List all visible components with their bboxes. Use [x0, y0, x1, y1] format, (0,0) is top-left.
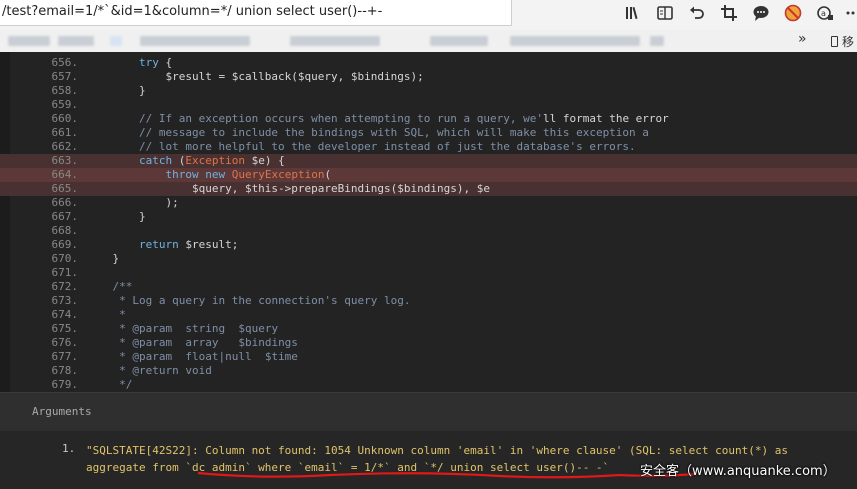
code-line: 659. — [0, 98, 857, 112]
line-number: 657. — [51, 70, 79, 83]
chat-icon[interactable] — [752, 4, 770, 22]
address-bar-url[interactable]: /test?email=1/*`&id=1&column=*/ union se… — [2, 4, 382, 19]
code-text: // lot more helpful to the developer ins… — [138, 140, 636, 153]
code-line: 662. // lot more helpful to the develope… — [0, 140, 857, 154]
code-text: // message to include the bindings with … — [138, 126, 649, 139]
code-line: 663. catch (Exception $e) { — [0, 154, 857, 168]
bookmark-item[interactable] — [140, 36, 250, 46]
line-number: 669. — [51, 238, 79, 251]
line-number: 679. — [51, 378, 79, 391]
more-icon[interactable] — [844, 4, 857, 22]
library-icon[interactable] — [624, 4, 642, 22]
code-line: 669. return $result; — [0, 238, 857, 252]
code-line: 673. * Log a query in the connection's q… — [0, 294, 857, 308]
line-number: 661. — [51, 126, 79, 139]
code-line: 668. — [0, 224, 857, 238]
line-number: 660. — [51, 112, 79, 125]
bookmark-item[interactable] — [290, 36, 380, 46]
bookmark-item[interactable] — [510, 36, 640, 46]
code-text: // If an exception occurs when attemptin… — [138, 112, 669, 125]
bookmarks-bar: » 移 — [0, 30, 857, 53]
bookmark-item[interactable] — [430, 36, 488, 46]
browser-toolbar: /test?email=1/*`&id=1&column=*/ union se… — [0, 0, 857, 30]
code-line: 677. * @param float|null $time — [0, 350, 857, 364]
line-number: 676. — [51, 336, 79, 349]
code-text: */ — [112, 378, 133, 391]
code-line: 676. * @param array $bindings — [0, 336, 857, 350]
line-number: 666. — [51, 196, 79, 209]
svg-text:a: a — [821, 9, 826, 18]
line-number: 674. — [51, 308, 79, 321]
code-line: 657. $result = $callback($query, $bindin… — [0, 70, 857, 84]
code-text: } — [86, 84, 146, 97]
code-text: } — [86, 252, 120, 265]
code-line: 666. ); — [0, 196, 857, 210]
crop-icon[interactable] — [720, 4, 738, 22]
code-text: * @param float|null $time — [112, 350, 298, 363]
code-text: * @param array $bindings — [112, 336, 298, 349]
code-lines: 656. try {657. $result = $callback($quer… — [0, 56, 857, 392]
code-line: 660. // If an exception occurs when atte… — [0, 112, 857, 126]
watermark: 安全客（www.anquanke.com） — [640, 464, 836, 479]
reader-view-icon[interactable] — [656, 4, 674, 22]
bookmark-item[interactable] — [110, 36, 122, 46]
code-text: ); — [86, 196, 179, 209]
mobile-bookmarks-label[interactable]: 移 — [842, 33, 854, 50]
bookmark-item[interactable] — [8, 36, 50, 46]
code-line: 664. throw new QueryException( — [0, 168, 857, 182]
code-text: try { — [138, 56, 173, 69]
code-text: * @return void — [112, 364, 212, 377]
line-number: 673. — [51, 294, 79, 307]
code-text: $query, $this->prepareBindings($bindings… — [86, 182, 490, 195]
code-line: 679. */ — [0, 378, 857, 392]
code-line: 671. — [0, 266, 857, 280]
code-frame: 656. try {657. $result = $callback($quer… — [0, 52, 857, 392]
line-number: 670. — [51, 252, 79, 265]
line-number: 672. — [51, 280, 79, 293]
line-number: 677. — [51, 350, 79, 363]
line-number: 675. — [51, 322, 79, 335]
code-text: * @param string $query — [112, 322, 279, 335]
line-number: 665. — [51, 182, 79, 195]
code-line: 667. } — [0, 210, 857, 224]
address-bar[interactable]: /test?email=1/*`&id=1&column=*/ union se… — [0, 0, 512, 26]
bookmark-item[interactable] — [650, 36, 664, 46]
code-line: 658. } — [0, 84, 857, 98]
code-text: return $result; — [138, 238, 239, 251]
code-line: 675. * @param string $query — [0, 322, 857, 336]
line-number: 664. — [51, 168, 79, 181]
bookmark-item[interactable] — [58, 36, 94, 46]
block-icon[interactable] — [784, 4, 802, 22]
line-number: 678. — [51, 364, 79, 377]
code-line: 672. /** — [0, 280, 857, 294]
code-line: 674. * — [0, 308, 857, 322]
code-line: 665. $query, $this->prepareBindings($bin… — [0, 182, 857, 196]
undo-icon[interactable] — [688, 4, 706, 22]
code-text: * — [112, 308, 126, 321]
code-text: /** — [112, 280, 133, 293]
line-number: 667. — [51, 210, 79, 223]
line-number: 662. — [51, 140, 79, 153]
code-text: $result = $callback($query, $bindings); — [86, 70, 424, 83]
translate-icon[interactable]: a — [816, 4, 834, 22]
line-number: 656. — [51, 56, 79, 69]
code-line: 670. } — [0, 252, 857, 266]
line-number: 658. — [51, 84, 79, 97]
code-line: 678. * @return void — [0, 364, 857, 378]
chevron-double-right-icon[interactable]: » — [798, 31, 807, 47]
line-number: 668. — [51, 224, 79, 237]
code-line: 661. // message to include the bindings … — [0, 126, 857, 140]
mobile-bookmarks-icon[interactable] — [831, 36, 838, 47]
code-text: } — [86, 210, 146, 223]
line-number: 663. — [51, 154, 79, 167]
code-text: * Log a query in the connection's query … — [112, 294, 411, 307]
line-number: 671. — [51, 266, 79, 279]
line-number: 659. — [51, 98, 79, 111]
code-text: throw new QueryException( — [165, 168, 332, 181]
code-line: 656. try { — [0, 56, 857, 70]
code-text: catch (Exception $e) { — [138, 154, 285, 167]
